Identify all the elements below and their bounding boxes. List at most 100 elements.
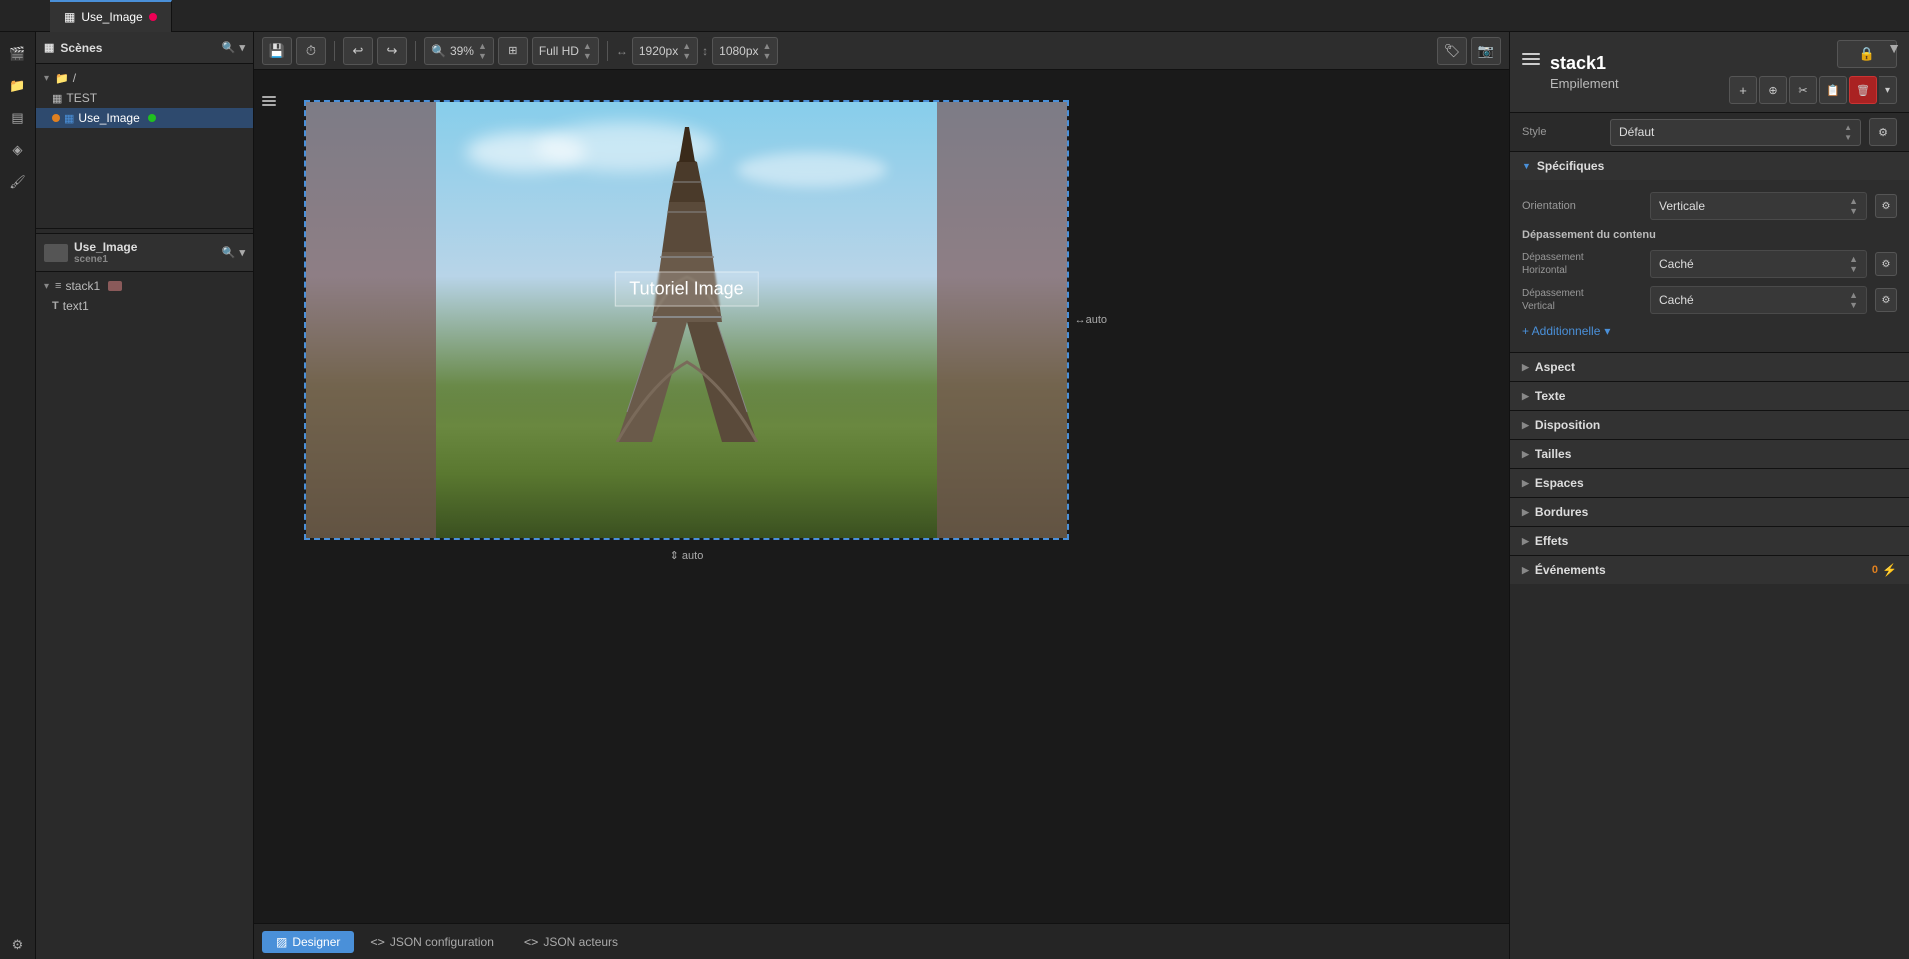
effets-label: Effets: [1535, 534, 1568, 548]
style-value: Défaut: [1619, 125, 1654, 139]
depassement-v-control[interactable]: Caché ▲▼: [1650, 286, 1867, 314]
search-icon-2[interactable]: 🔍: [222, 246, 236, 259]
rp-action-buttons: + ⊕ ✂ 📋 🗑 ▾: [1729, 76, 1897, 104]
depassement-h-label: DépassementHorizontal: [1522, 251, 1642, 277]
scenes-icon-small: ▦: [44, 41, 54, 54]
lock-icon: 🔒: [1859, 46, 1875, 62]
scenes-icon-btn[interactable]: 🎬: [3, 40, 33, 68]
scene-detail-header: Use_Image scene1 🔍 ▾: [36, 234, 253, 272]
section-texte[interactable]: ▶ Texte: [1510, 381, 1909, 410]
specifiques-arrow: ▼: [1522, 161, 1531, 171]
section-espaces[interactable]: ▶ Espaces: [1510, 468, 1909, 497]
tab-use-image[interactable]: ▦ Use_Image: [50, 0, 172, 32]
folder-icon-btn[interactable]: 📁: [3, 72, 33, 100]
scenes-header-icons: 🔍 ▾: [222, 41, 245, 54]
section-disposition[interactable]: ▶ Disposition: [1510, 410, 1909, 439]
tree-item-test[interactable]: ▦ TEST: [36, 88, 253, 108]
save-button[interactable]: 💾: [262, 37, 292, 65]
brush-icon-btn[interactable]: 🖌: [3, 168, 33, 196]
section-tailles[interactable]: ▶ Tailles: [1510, 439, 1909, 468]
designer-tab-icon: ▨: [276, 935, 287, 949]
aspect-label: Aspect: [1535, 360, 1575, 374]
tree-item-text1[interactable]: T text1: [36, 296, 253, 316]
tab-json-actors[interactable]: <> JSON acteurs: [510, 931, 632, 953]
dropdown-icon[interactable]: ▾: [239, 41, 245, 54]
tree-label-root: /: [73, 71, 76, 85]
disposition-label: Disposition: [1535, 418, 1600, 432]
designer-tab-label: Designer: [292, 935, 340, 949]
orientation-settings[interactable]: ⚙: [1875, 194, 1897, 218]
scenes-header: ▦ Scènes 🔍 ▾: [36, 32, 253, 64]
scene-detail-icons: 🔍 ▾: [222, 246, 245, 259]
redo-button[interactable]: ↪: [377, 37, 407, 65]
width-arrows: ▲▼: [682, 41, 691, 61]
auto-arrows-icon: ⇕: [670, 549, 679, 562]
canvas-menu-icon[interactable]: [262, 96, 276, 106]
settings-icon-btn[interactable]: ⚙: [3, 931, 33, 959]
bottom-tabs: ▨ Designer <> JSON configuration <> JSON…: [254, 923, 1509, 959]
tailles-arrow: ▶: [1522, 449, 1529, 460]
aspect-arrow: ▶: [1522, 362, 1529, 373]
expand-chevron-stack1[interactable]: ▾: [44, 281, 49, 292]
scene-detail-tree: ▾ ≡ stack1 T text1: [36, 272, 253, 320]
tree-item-use-image[interactable]: ▦ Use_Image: [36, 108, 253, 128]
additionnelle-chevron: ▾: [1604, 324, 1610, 338]
history-button[interactable]: ⏱: [296, 37, 326, 65]
section-bordures[interactable]: ▶ Bordures: [1510, 497, 1909, 526]
tag-button[interactable]: 🏷: [1437, 37, 1467, 65]
dropdown-icon-2[interactable]: ▾: [239, 246, 245, 259]
duplicate-button[interactable]: ⊕: [1759, 76, 1787, 104]
canvas-area: 💾 ⏱ ↩ ↪ 🔍 39% ▲▼ ⊞ Full HD ▲▼ ↔ 1920px ▲…: [254, 32, 1509, 959]
zoom-control[interactable]: 🔍 39% ▲▼: [424, 37, 494, 65]
add-button[interactable]: +: [1729, 76, 1757, 104]
height-control[interactable]: 1080px ▲▼: [712, 37, 778, 65]
stack-image-indicator: [108, 281, 122, 291]
res-label: Full HD: [539, 44, 579, 58]
camera-button[interactable]: 📷: [1471, 37, 1501, 65]
paste-button[interactable]: 📋: [1819, 76, 1847, 104]
dep-h-settings[interactable]: ⚙: [1875, 252, 1897, 276]
depassement-h-row: DépassementHorizontal Caché ▲▼ ⚙: [1510, 246, 1909, 282]
canvas-workspace[interactable]: Tutoriel Image ⇕ auto ↔auto: [254, 70, 1509, 923]
top-right-dropdown-arrow[interactable]: ▼: [1887, 40, 1901, 56]
dep-v-settings[interactable]: ⚙: [1875, 288, 1897, 312]
folder-icon: 📁: [55, 72, 69, 85]
style-value-control[interactable]: Défaut ▲▼: [1610, 119, 1861, 146]
resolution-selector[interactable]: Full HD ▲▼: [532, 37, 599, 65]
scene-detail-name: Use_Image: [74, 240, 137, 254]
tree-item-stack1[interactable]: ▾ ≡ stack1: [36, 276, 253, 296]
tree-item-root[interactable]: ▾ 📁 /: [36, 68, 253, 88]
scene-icon-blue: ▦: [64, 112, 74, 125]
section-effets[interactable]: ▶ Effets: [1510, 526, 1909, 555]
delete-button[interactable]: 🗑: [1849, 76, 1877, 104]
tree-label-stack1: stack1: [65, 279, 100, 293]
additionnelle-label: + Additionnelle: [1522, 324, 1600, 338]
undo-button[interactable]: ↩: [343, 37, 373, 65]
tab-bar: ▦ Use_Image: [0, 0, 1909, 32]
fit-button[interactable]: ⊞: [498, 37, 528, 65]
search-icon[interactable]: 🔍: [222, 41, 236, 54]
cut-button[interactable]: ✂: [1789, 76, 1817, 104]
rp-right-actions: 🔒 + ⊕ ✂ 📋 🗑 ▾: [1729, 40, 1897, 104]
additionnelle-button[interactable]: + Additionnelle ▾: [1510, 318, 1909, 344]
bordures-label: Bordures: [1535, 505, 1588, 519]
shapes-icon-btn[interactable]: ◈: [3, 136, 33, 164]
style-settings-btn[interactable]: ⚙: [1869, 118, 1897, 146]
section-evenements[interactable]: ▶ Événements 0 ⚡: [1510, 555, 1909, 584]
depassement-h-control[interactable]: Caché ▲▼: [1650, 250, 1867, 278]
section-specifiques[interactable]: ▼ Spécifiques: [1510, 151, 1909, 180]
width-control[interactable]: 1920px ▲▼: [632, 37, 698, 65]
espaces-label: Espaces: [1535, 476, 1584, 490]
tab-json-config[interactable]: <> JSON configuration: [356, 931, 508, 953]
right-panel: stack1 Empilement 🔒 + ⊕ ✂ 📋: [1509, 32, 1909, 959]
canvas-text-label: Tutoriel Image: [614, 272, 758, 307]
depassement-v-row: DépassementVertical Caché ▲▼ ⚙: [1510, 282, 1909, 318]
tab-designer[interactable]: ▨ Designer: [262, 931, 354, 953]
tree-label-text1: text1: [63, 299, 89, 313]
orientation-control[interactable]: Verticale ▲▼: [1650, 192, 1867, 220]
depassement-v-label: DépassementVertical: [1522, 287, 1642, 313]
sep2: [415, 41, 416, 61]
section-aspect[interactable]: ▶ Aspect: [1510, 352, 1909, 381]
layers-icon-btn[interactable]: ▤: [3, 104, 33, 132]
action-dropdown[interactable]: ▾: [1879, 76, 1897, 104]
